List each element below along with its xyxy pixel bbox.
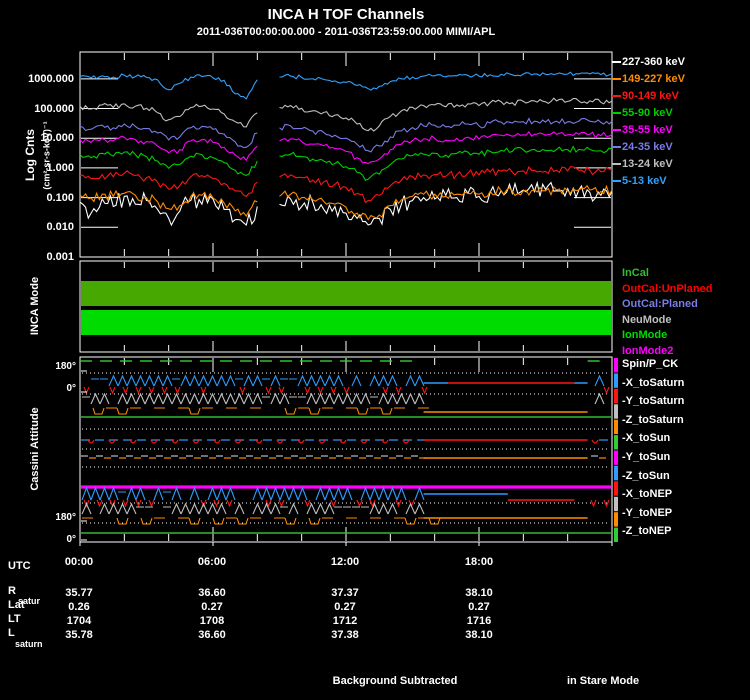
inca-mode-bar-active-band-2 — [81, 310, 611, 335]
energy-channel-legend-item: 90-149 keV — [622, 90, 679, 102]
ephemeris-value: 37.37 — [331, 587, 359, 599]
flux-ytick-label: 0.001 — [46, 251, 74, 263]
utc-row-label: UTC — [8, 560, 31, 572]
flux-series-35-55keV — [79, 130, 613, 165]
energy-channel-legend-item: 5-13 keV — [622, 175, 667, 187]
attitude-ytick-label: 0° — [66, 383, 76, 394]
flux-ytick-label: 0.010 — [46, 221, 74, 233]
ephemeris-value: 38.10 — [465, 587, 493, 599]
energy-channel-legend-item: 35-55 keV — [622, 124, 673, 136]
flux-ytick-label: 10.000 — [40, 132, 74, 144]
ephemeris-value: 0.27 — [468, 601, 490, 613]
ephemeris-row-label: LT — [8, 613, 21, 625]
cassini-attitude-axis-label: Cassini Attitude — [29, 407, 41, 491]
ephemeris-row-label: Lat — [8, 599, 25, 611]
inca-mode-legend-item: IonMode2 — [622, 345, 674, 357]
attitude-ytick-label: 0° — [66, 534, 76, 545]
time-range-subtitle: 2011-036T00:00:00.000 - 2011-036T23:59:0… — [196, 26, 496, 38]
inca-mode-legend-item: NeuMode — [622, 313, 672, 326]
ephemeris-value: 38.10 — [465, 629, 493, 641]
attitude-legend-item: Spin/P_CK — [622, 358, 679, 370]
inca-tof-plot-window: INCA H TOF Channels 2011-036T00:00:00.00… — [0, 0, 750, 700]
ephemeris-row-label: R — [8, 585, 16, 597]
ephemeris-row-label: L — [8, 627, 15, 639]
flux-ytick-label: 100.000 — [34, 103, 74, 115]
ephemeris-value: 0.26 — [68, 601, 90, 613]
flux-series-227-360keV — [79, 180, 613, 227]
flux-series-13-24keV — [79, 97, 613, 132]
energy-channel-legend-item: 149-227 keV — [622, 73, 685, 85]
flux-ytick-label: 0.100 — [46, 192, 74, 204]
inca-mode-legend-item: OutCal:Planed — [622, 298, 698, 311]
inca-mode-legend-item: InCal — [622, 267, 649, 279]
utc-column-header: 12:00 — [330, 556, 360, 568]
inca-mode-legend-item: OutCal:UnPlaned — [622, 282, 713, 295]
ephemeris-value: 35.77 — [65, 587, 93, 599]
attitude-legend-item: -Z_toSaturn — [622, 413, 684, 426]
page-title: INCA H TOF Channels — [267, 6, 425, 23]
flux-ytick-label: 1.000 — [46, 162, 74, 174]
ephemeris-value: 1716 — [466, 615, 492, 627]
attitude-legend-item: -Z_toNEP — [622, 525, 672, 538]
energy-channel-legend-item: 227-360 keV — [622, 56, 685, 68]
attitude-ytick-label: 180° — [55, 512, 76, 523]
ephemeris-value: 35.78 — [65, 629, 93, 641]
ephemeris-value: 1704 — [66, 615, 92, 627]
ephemeris-value: 0.27 — [334, 601, 356, 613]
attitude-legend-item: -X_toSaturn — [622, 376, 685, 389]
utc-column-header: 18:00 — [464, 556, 494, 568]
ephemeris-value: 37.38 — [331, 629, 359, 641]
flux-series-5-13keV — [79, 71, 613, 100]
background-subtracted-note: Background Subtracted — [332, 675, 458, 687]
attitude-ytick-label: 180° — [55, 361, 76, 372]
flux-series-149-227keV — [79, 184, 613, 221]
inca-mode-legend-item: IonMode — [622, 329, 668, 342]
ephemeris-value: 1712 — [332, 615, 358, 627]
utc-column-header: 00:00 — [64, 556, 94, 568]
ephemeris-value: 0.27 — [201, 601, 223, 613]
flux-ytick-label: 1000.000 — [28, 73, 74, 85]
energy-channel-legend-item: 24-35 keV — [622, 141, 673, 153]
energy-channel-legend-item: 55-90 keV — [622, 107, 673, 119]
attitude-legend-item: -Y_toNEP — [622, 506, 673, 519]
attitude-legend-item: -Y_toSun — [622, 451, 671, 463]
ephemeris-value: 36.60 — [198, 587, 226, 599]
attitude-legend-item: -X_toNEP — [622, 488, 673, 501]
attitude-legend-item: -X_toSun — [622, 432, 671, 445]
ephemeris-value: 1708 — [199, 615, 225, 627]
attitude-legend-item: -Y_toSaturn — [622, 395, 685, 408]
flux-series-90-149keV — [79, 165, 613, 204]
inca-mode-bar-active-band-1 — [81, 281, 611, 306]
attitude-legend-item: -Z_toSun — [622, 469, 670, 482]
utc-column-header: 06:00 — [197, 556, 227, 568]
ephemeris-value: 36.60 — [198, 629, 226, 641]
stare-mode-note: in Stare Mode — [566, 675, 640, 687]
energy-channel-legend-item: 13-24 keV — [622, 158, 673, 170]
